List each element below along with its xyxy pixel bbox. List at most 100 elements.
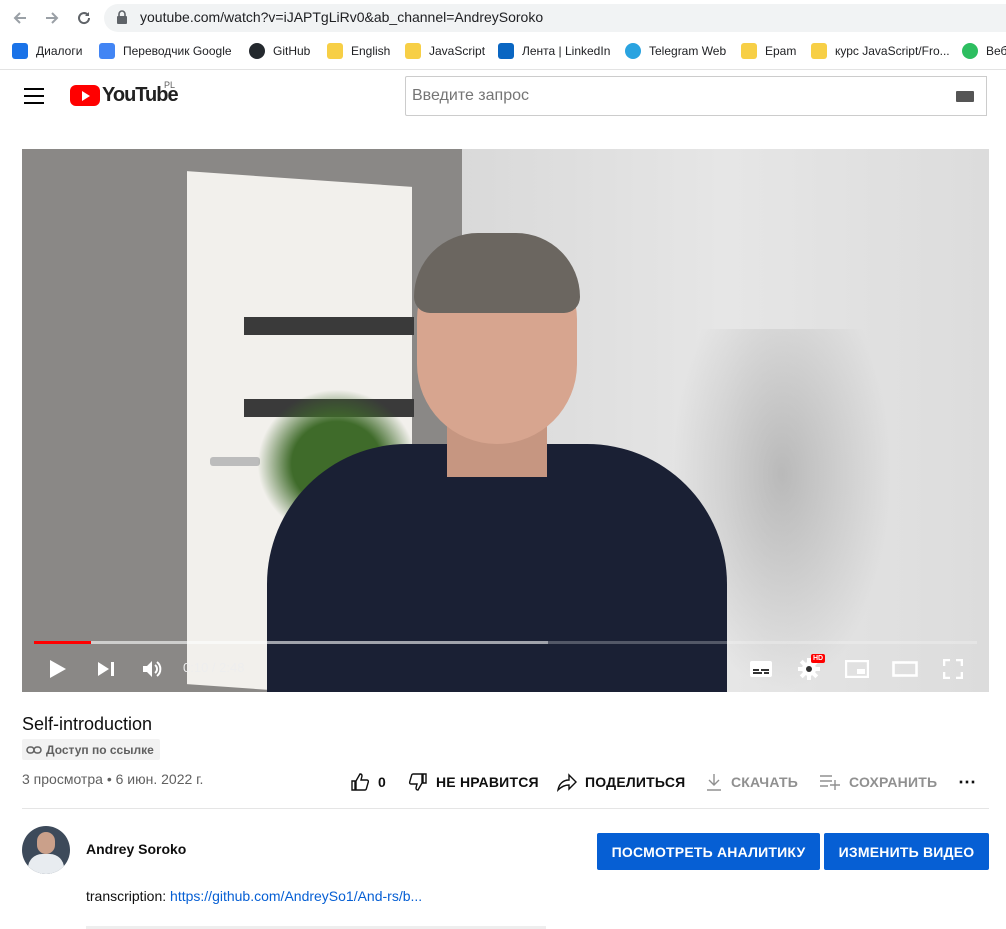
play-button[interactable] — [44, 655, 72, 683]
share-button[interactable]: ПОДЕЛИТЬСЯ — [557, 770, 685, 794]
video-door-stripe — [244, 317, 414, 335]
bookmark-epam[interactable]: Epam — [741, 41, 796, 61]
translate-icon — [99, 43, 115, 59]
evernote-icon — [962, 43, 978, 59]
download-icon — [707, 774, 721, 791]
bookmark-google-translate[interactable]: Переводчик Google — [99, 41, 232, 61]
save-label: СОХРАНИТЬ — [849, 774, 938, 790]
avatar-face — [37, 832, 55, 854]
bookmark-javascript[interactable]: JavaScript — [405, 41, 485, 61]
edit-video-button[interactable]: ИЗМЕНИТЬ ВИДЕО — [824, 833, 989, 870]
folder-icon — [741, 43, 757, 59]
more-actions-button[interactable]: ⋯ — [958, 770, 976, 794]
played-bar — [34, 641, 91, 644]
miniplayer-button[interactable] — [843, 655, 871, 683]
bookmark-linkedin[interactable]: Лента | LinkedIn — [498, 41, 610, 61]
browser-chrome: youtube.com/watch?v=iJAPTgLiRv0&ab_chann… — [0, 0, 1006, 70]
lock-icon — [117, 10, 127, 24]
keyboard-icon[interactable] — [956, 91, 974, 102]
address-url: youtube.com/watch?v=iJAPTgLiRv0&ab_chann… — [140, 9, 544, 25]
bookmark-evernote[interactable]: Веб — [962, 41, 1006, 61]
dislike-button[interactable]: НЕ НРАВИТСЯ — [408, 770, 539, 794]
back-arrow-icon[interactable] — [8, 6, 32, 30]
progress-bar[interactable] — [34, 641, 977, 644]
github-icon — [249, 43, 265, 59]
bookmark-label: English — [351, 44, 391, 58]
bookmark-english[interactable]: English — [327, 41, 390, 61]
bookmark-label: Лента | LinkedIn — [522, 44, 611, 58]
youtube-logo[interactable]: YouTube PL — [70, 80, 179, 107]
upload-date: 6 июн. 2022 г. — [115, 771, 204, 787]
youtube-play-logo-icon — [70, 84, 100, 106]
subtitles-button[interactable] — [747, 655, 775, 683]
visibility-badge: Доступ по ссылке — [22, 739, 160, 760]
bookmarks-bar: Диалоги Переводчик Google GitHub English… — [0, 38, 1006, 64]
search-input[interactable] — [412, 85, 932, 107]
save-button[interactable]: СОХРАНИТЬ — [819, 770, 937, 794]
address-bar[interactable]: youtube.com/watch?v=iJAPTgLiRv0&ab_chann… — [104, 4, 1006, 32]
bookmark-telegram[interactable]: Telegram Web — [625, 41, 726, 61]
description-label: transcription: — [86, 888, 171, 904]
avatar[interactable] — [22, 826, 70, 874]
bookmark-label: Epam — [765, 44, 797, 58]
folder-icon — [327, 43, 343, 59]
bookmark-label: JavaScript — [429, 44, 486, 58]
download-label: СКАЧАТЬ — [731, 774, 798, 790]
bookmark-label: Веб — [986, 44, 1006, 58]
bookmark-label: GitHub — [273, 44, 311, 58]
divider — [22, 808, 989, 809]
chat-icon — [12, 43, 28, 59]
more-icon: ⋯ — [958, 771, 977, 792]
like-count: 0 — [378, 774, 386, 790]
playlist-add-icon — [820, 775, 840, 790]
channel-name[interactable]: Andrey Soroko — [86, 841, 186, 857]
country-code: PL — [164, 80, 176, 90]
reload-icon[interactable] — [72, 6, 96, 30]
video-door-handle — [210, 457, 260, 466]
bookmark-github[interactable]: GitHub — [249, 41, 310, 61]
settings-button[interactable]: HD — [795, 654, 826, 683]
volume-button[interactable] — [139, 655, 167, 683]
view-count: 3 просмотра — [22, 771, 103, 787]
thumbs-down-icon — [408, 773, 427, 791]
next-button[interactable] — [92, 655, 120, 683]
video-title: Self-introduction — [22, 714, 153, 734]
download-button[interactable]: СКАЧАТЬ — [705, 770, 798, 794]
dislike-label: НЕ НРАВИТСЯ — [436, 774, 539, 790]
hamburger-menu-icon[interactable] — [24, 88, 44, 104]
linkedin-icon — [498, 43, 514, 59]
bookmark-label: курс JavaScript/Fro... — [835, 44, 950, 58]
theater-mode-button[interactable] — [891, 655, 919, 683]
bookmark-dialogs[interactable]: Диалоги — [12, 41, 82, 61]
time-display: 0:10 / 2:48 — [183, 660, 245, 675]
forward-arrow-icon[interactable] — [40, 6, 64, 30]
miniplayer-icon — [845, 660, 869, 678]
volume-icon — [143, 661, 162, 677]
fullscreen-button[interactable] — [939, 655, 967, 683]
share-icon — [557, 773, 577, 792]
youtube-header: YouTube PL — [0, 70, 1006, 126]
avatar-shirt — [28, 854, 64, 874]
like-button[interactable]: 0 — [350, 770, 386, 794]
telegram-icon — [625, 43, 641, 59]
video-meta: 3 просмотра • 6 июн. 2022 г. — [22, 771, 203, 787]
skip-next-icon — [98, 662, 114, 676]
bookmark-js-course[interactable]: курс JavaScript/Fro... — [811, 41, 950, 61]
video-description: transcription: https://github.com/Andrey… — [86, 888, 422, 904]
visibility-label: Доступ по ссылке — [46, 742, 154, 757]
folder-icon — [405, 43, 421, 59]
subtitles-icon — [750, 661, 772, 677]
hd-badge: HD — [811, 654, 826, 663]
bookmark-label: Диалоги — [36, 44, 83, 58]
search-box — [405, 76, 987, 116]
folder-icon — [811, 43, 827, 59]
thumbs-up-icon — [351, 773, 370, 791]
meta-separator: • — [106, 771, 112, 787]
fullscreen-icon — [943, 659, 963, 679]
theater-mode-icon — [892, 661, 918, 677]
play-icon — [50, 660, 66, 678]
description-link[interactable]: https://github.com/AndreySo1/And-rs/b... — [170, 888, 422, 904]
buffer-bar — [34, 641, 548, 644]
analytics-button[interactable]: ПОСМОТРЕТЬ АНАЛИТИКУ — [597, 833, 820, 870]
video-player[interactable]: 0:10 / 2:48 HD — [22, 149, 989, 692]
